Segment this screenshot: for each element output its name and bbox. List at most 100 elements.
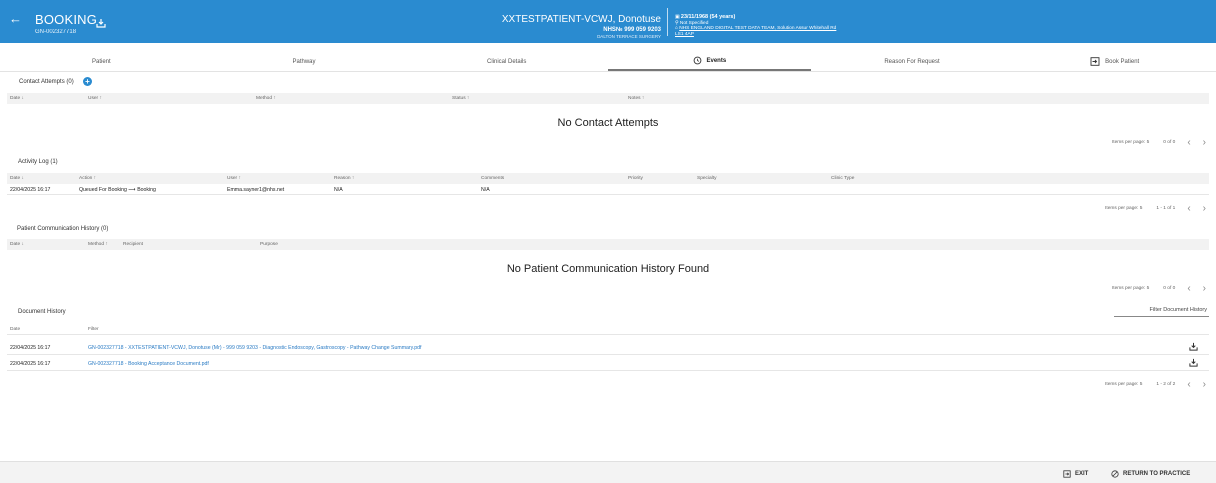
page-range: 1 - 1 of 1 [1156,206,1176,211]
exit-icon [1063,470,1071,478]
column-header[interactable]: Method ↑ [256,96,276,101]
chevron-left-icon[interactable]: ‹ [1187,137,1190,148]
empty-message: No Contact Attempts [557,117,659,129]
chevron-left-icon[interactable]: ‹ [1187,283,1190,294]
download-icon[interactable] [1189,342,1198,351]
download-icon[interactable] [1189,358,1198,367]
chevron-left-icon[interactable]: ‹ [1187,203,1190,214]
row-comments: N/A [481,187,490,193]
chevron-right-icon[interactable]: › [1203,203,1206,214]
communication-history-title: Patient Communication History (0) [17,226,109,232]
surgery-name: DALTON TERRACE SURGERY [597,34,661,39]
column-header[interactable]: Reason ↑ [334,176,354,181]
page-range: 0 of 0 [1163,286,1176,291]
document-link[interactable]: GN-002327718 - Booking Acceptance Docume… [88,361,209,367]
history-icon [693,56,701,65]
tab-label: Book Patient [1105,58,1140,65]
nhs-number: NHS№ 999 059 9203 [603,27,661,33]
tab-pathway[interactable]: Pathway [203,52,406,71]
items-per-page[interactable]: Items per page: 5 [1112,286,1149,291]
patient-postcode[interactable]: LS1 4AP [675,32,836,38]
block-icon [1111,470,1119,478]
tab-events[interactable]: Events [608,52,811,71]
patient-address[interactable]: NHS ENGLAND DIGITAL TEST DATA TEAM, Solu… [679,26,836,31]
document-link[interactable]: GN-002327718 - XXTESTPATIENT-VCWJ, Donot… [88,345,421,351]
items-per-page[interactable]: Items per page: 5 [1112,140,1149,145]
login-icon [1090,57,1100,66]
tab-book-patient[interactable]: Book Patient [1013,52,1216,71]
row-date: 22/04/2025 16:17 [10,187,51,193]
document-history-title: Document History [18,309,66,315]
exit-label: EXIT [1075,471,1089,477]
paginator: Items per page: 5 0 of 0 ‹ › [1112,283,1206,294]
tab-reason-for-request[interactable]: Reason For Request [811,52,1014,71]
column-header[interactable]: Action ↑ [79,176,96,181]
home-icon: ⌂ [675,26,678,32]
row-user: Emma.sayner1@nhs.net [227,187,285,193]
page-title: BOOKING [35,12,98,27]
table-row: 22/04/2025 16:17 GN-002327718 - XXTESTPA… [7,341,1209,355]
column-header[interactable]: Date ↓ [10,96,24,101]
column-header: Purpose [260,242,278,247]
add-contact-attempt-button[interactable]: + [83,77,92,86]
exit-button[interactable]: EXIT [1063,470,1088,478]
paginator: Items per page: 5 1 - 2 of 2 ‹ › [1105,379,1206,390]
column-header[interactable]: Notes ↑ [628,96,644,101]
column-header[interactable]: User ↑ [88,96,102,101]
row-date: 22/04/2025 16:17 [10,345,51,351]
chevron-right-icon[interactable]: › [1203,283,1206,294]
column-header: Date [10,327,21,332]
download-icon[interactable] [96,18,106,28]
column-header[interactable]: User ↑ [227,176,241,181]
column-header[interactable]: Date ↓ [10,176,24,181]
communication-history-header: Date ↓ Method ↑ Recipient Purpose [7,239,1209,250]
patient-name: XXTESTPATIENT-VCWJ, Donotuse [501,14,661,25]
column-header[interactable]: Date ↓ [10,242,24,247]
column-header: Comments [481,176,505,181]
chevron-right-icon[interactable]: › [1203,137,1206,148]
document-history-header: Date Filter [7,324,1209,335]
activity-log-header: Date ↓ Action ↑ User ↑ Reason ↑ Comments… [7,173,1209,184]
items-per-page[interactable]: Items per page: 5 [1105,382,1142,387]
page-header: ← BOOKING GN-002327718 XXTESTPATIENT-VCW… [0,0,1216,43]
paginator: Items per page: 5 1 - 1 of 1 ‹ › [1105,203,1206,214]
items-per-page[interactable]: Items per page: 5 [1105,206,1142,211]
patient-gender: Not Specified [679,20,709,26]
activity-log-title: Activity Log (1) [18,159,58,165]
header-divider [667,8,668,36]
column-header[interactable]: Status ↑ [452,96,469,101]
column-header: Clinic Type [831,176,855,181]
tab-patient[interactable]: Patient [0,52,203,71]
tab-label: Patient [91,58,111,65]
table-row: 22/04/2025 16:17 GN-002327718 - Booking … [7,357,1209,371]
tab-label: Clinical Details [487,58,527,65]
patient-summary: XXTESTPATIENT-VCWJ, Donotuse NHS№ 999 05… [502,14,661,39]
booking-id: GN-002327718 [35,29,77,35]
return-label: RETURN TO PRACTICE [1123,471,1191,477]
contact-attempts-header: Date ↓ User ↑ Method ↑ Status ↑ Notes ↑ [7,93,1209,104]
column-header[interactable]: Method ↑ [88,242,108,247]
table-row: 22/04/2025 16:17 Queued For Booking ⟶ Bo… [7,184,1209,195]
tab-label: Reason For Request [884,58,940,65]
column-header: Filter [88,327,99,332]
column-header: Recipient [123,242,143,247]
empty-message: No Patient Communication History Found [506,263,710,275]
patient-dob: 23/11/1968 (54 years) [680,14,736,20]
tab-label: Pathway [292,58,316,65]
filter-document-history-input[interactable]: Filter Document History [1114,305,1209,317]
footer-bar: EXIT RETURN TO PRACTICE [0,461,1216,483]
tab-bar: Patient Pathway Clinical Details Events … [0,52,1216,72]
tab-clinical-details[interactable]: Clinical Details [405,52,608,71]
calendar-icon: ▣ [675,15,680,20]
return-to-practice-button[interactable]: RETURN TO PRACTICE [1111,470,1190,478]
row-action: Queued For Booking ⟶ Booking [79,187,156,193]
tab-label: Events [706,57,727,64]
column-header: Specialty [697,176,717,181]
chevron-left-icon[interactable]: ‹ [1187,379,1190,390]
gender-icon: ⚲ [675,20,679,26]
row-date: 22/04/2025 16:17 [10,361,51,367]
chevron-right-icon[interactable]: › [1203,379,1206,390]
back-arrow-icon[interactable]: ← [9,12,22,25]
paginator: Items per page: 5 0 of 0 ‹ › [1112,137,1206,148]
page-range: 0 of 0 [1163,140,1176,145]
